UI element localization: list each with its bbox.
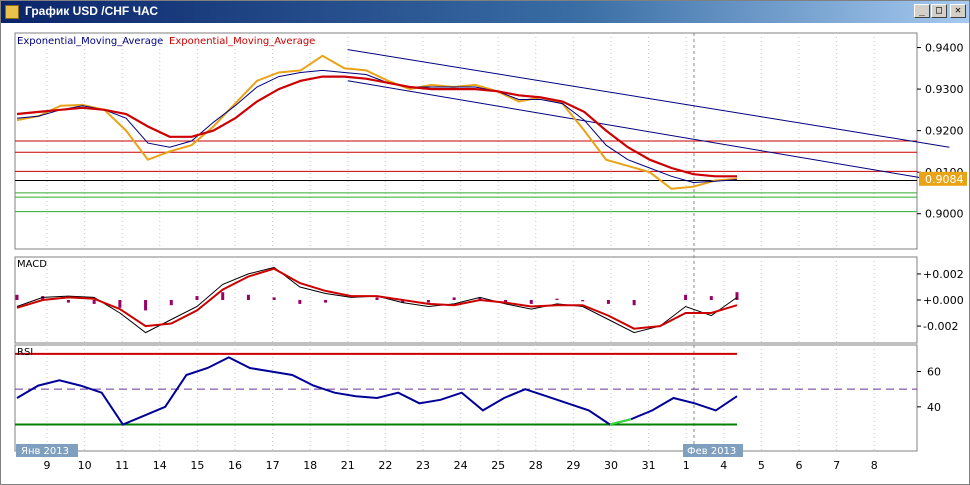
rsi-y-tick-label: 60 xyxy=(927,366,941,379)
legend-ema-blue: Exponential_Moving_Average xyxy=(17,36,163,47)
chart-window: График USD /CHF ЧАС _ □ ✕ Exponential_Mo… xyxy=(0,0,970,485)
date-label-right: Фев 2013 xyxy=(687,446,736,457)
x-tick-label: 6 xyxy=(796,459,803,472)
x-tick-label: 17 xyxy=(266,459,280,472)
x-tick-label: 4 xyxy=(720,459,727,472)
x-tick-label: 15 xyxy=(190,459,204,472)
x-tick-label: 1 xyxy=(683,459,690,472)
legend-ema-red: Exponential_Moving_Average xyxy=(169,36,315,47)
price-y-tick-label: 0.9000 xyxy=(925,208,964,221)
x-tick-label: 29 xyxy=(566,459,580,472)
rsi-panel xyxy=(14,344,918,452)
x-tick-label: 7 xyxy=(833,459,840,472)
x-tick-label: 23 xyxy=(416,459,430,472)
x-tick-label: 8 xyxy=(871,459,878,472)
title-bar[interactable]: График USD /CHF ЧАС _ □ ✕ xyxy=(1,1,969,23)
minimize-button[interactable]: _ xyxy=(914,4,930,18)
date-label-left: Янв 2013 xyxy=(21,446,69,457)
price-y-tick-label: 0.9400 xyxy=(925,42,964,55)
x-tick-label: 14 xyxy=(153,459,167,472)
x-tick-label: 9 xyxy=(44,459,51,472)
window-title: График USD /CHF ЧАС xyxy=(25,4,159,18)
macd-y-tick-label: +0.000 xyxy=(923,294,964,307)
maximize-button[interactable]: □ xyxy=(931,4,947,18)
minimize-icon: _ xyxy=(918,5,926,16)
x-tick-label: 11 xyxy=(115,459,129,472)
price-y-tick-label: 0.9200 xyxy=(925,125,964,138)
x-tick-label: 16 xyxy=(228,459,242,472)
close-button[interactable]: ✕ xyxy=(950,4,966,18)
macd-y-tick-label: +0.002 xyxy=(923,268,964,281)
x-tick-label: 18 xyxy=(303,459,317,472)
chart-app-icon xyxy=(5,5,19,19)
x-tick-label: 24 xyxy=(454,459,468,472)
rsi-y-tick-label: 40 xyxy=(927,401,941,414)
x-tick-label: 25 xyxy=(491,459,505,472)
price-y-tick-label: 0.9300 xyxy=(925,83,964,96)
x-tick-label: 30 xyxy=(604,459,618,472)
close-icon: ✕ xyxy=(954,5,962,16)
maximize-icon: □ xyxy=(935,5,943,16)
x-tick-label: 5 xyxy=(758,459,765,472)
x-tick-label: 31 xyxy=(642,459,656,472)
current-price-label: 0.9084 xyxy=(925,173,964,186)
x-tick-label: 28 xyxy=(529,459,543,472)
chart-area[interactable]: Exponential_Moving_Average Exponential_Mo… xyxy=(1,23,969,484)
macd-label: MACD xyxy=(17,259,47,270)
x-tick-label: 10 xyxy=(78,459,92,472)
rsi-label: RSI xyxy=(17,347,33,358)
x-tick-label: 21 xyxy=(341,459,355,472)
x-tick-label: 22 xyxy=(378,459,392,472)
macd-y-tick-label: -0.002 xyxy=(923,320,958,333)
